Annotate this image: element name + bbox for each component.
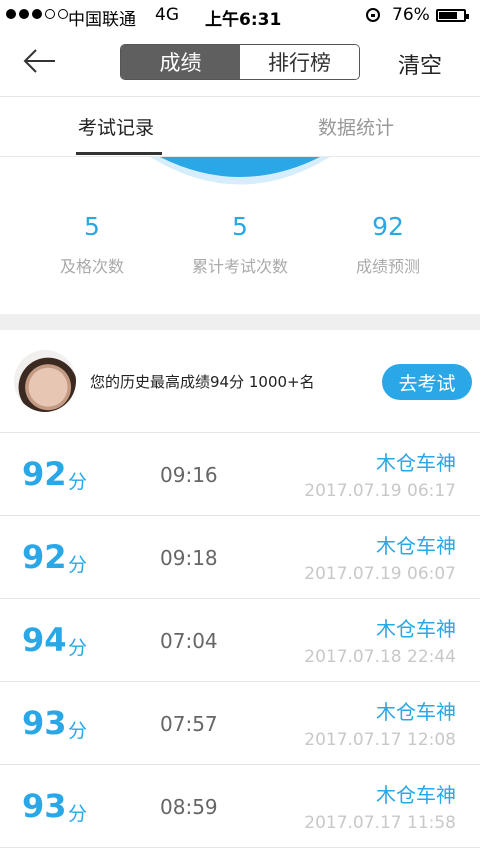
record-date: 2017.07.18 22:44 (304, 647, 456, 667)
stat-total-exams: 5 累计考试次数 (160, 200, 320, 277)
record-row[interactable]: 94 分 07:04 木仓车神 2017.07.18 22:44 (0, 599, 480, 682)
take-exam-button[interactable]: 去考试 (382, 364, 472, 400)
record-title: 木仓车神 (376, 783, 456, 807)
back-arrow-icon[interactable] (22, 46, 58, 76)
record-score: 94 (22, 621, 67, 659)
exam-records-list: 92 分 09:16 木仓车神 2017.07.19 06:17 92 分 09… (0, 433, 480, 848)
record-date: 2017.07.19 06:17 (304, 481, 456, 501)
record-score-unit: 分 (68, 803, 88, 825)
tab-data-statistics[interactable]: 数据统计 (318, 113, 394, 140)
stats-summary: 5 及格次数 5 累计考试次数 92 成绩预测 (0, 200, 480, 310)
record-date: 2017.07.17 11:58 (304, 813, 456, 833)
tab-exam-records[interactable]: 考试记录 (78, 113, 154, 140)
segment-scores[interactable]: 成绩 (121, 45, 240, 79)
record-row[interactable]: 93 分 07:57 木仓车神 2017.07.17 12:08 (0, 682, 480, 765)
stat-value: 5 (232, 212, 248, 241)
network-type: 4G (155, 5, 179, 25)
record-date: 2017.07.17 12:08 (304, 730, 456, 750)
record-score: 92 (22, 538, 67, 576)
record-score-unit: 分 (68, 637, 88, 659)
best-score-panel: 您的历史最高成绩94分 1000+名 去考试 (0, 330, 480, 433)
active-tab-indicator (76, 152, 162, 155)
record-score-unit: 分 (68, 720, 88, 742)
stat-pass-count: 5 及格次数 (12, 200, 172, 277)
avatar (14, 350, 76, 412)
stat-label: 成绩预测 (355, 257, 420, 276)
record-score-unit: 分 (68, 554, 88, 576)
record-title: 木仓车神 (376, 451, 456, 475)
record-duration: 09:16 (160, 463, 218, 487)
segment-leaderboard[interactable]: 排行榜 (240, 45, 359, 79)
record-score: 93 (22, 787, 67, 825)
record-duration: 07:57 (160, 712, 218, 736)
record-title: 木仓车神 (376, 617, 456, 641)
record-title: 木仓车神 (376, 700, 456, 724)
navigation-bar: 成绩 排行榜 清空 (0, 30, 480, 97)
rotation-lock-icon (366, 8, 380, 22)
sub-tabs: 考试记录 数据统计 (0, 97, 480, 157)
stat-value: 5 (84, 212, 100, 241)
record-date: 2017.07.19 06:07 (304, 564, 456, 584)
score-gauge-arc (150, 157, 330, 187)
section-divider (0, 314, 480, 330)
record-score-unit: 分 (68, 471, 88, 493)
stat-score-prediction: 92 成绩预测 (308, 200, 468, 277)
record-duration: 08:59 (160, 795, 218, 819)
record-score: 93 (22, 704, 67, 742)
record-duration: 07:04 (160, 629, 218, 653)
record-row[interactable]: 93 分 08:59 木仓车神 2017.07.17 11:58 (0, 765, 480, 848)
record-duration: 09:18 (160, 546, 218, 570)
status-time: 上午6:31 (205, 10, 282, 30)
record-row[interactable]: 92 分 09:18 木仓车神 2017.07.19 06:07 (0, 516, 480, 599)
record-title: 木仓车神 (376, 534, 456, 558)
stat-label: 累计考试次数 (191, 257, 288, 276)
record-score: 92 (22, 455, 67, 493)
stat-label: 及格次数 (59, 257, 124, 276)
carrier-name: 中国联通 (68, 10, 136, 30)
signal-strength-icon (6, 9, 68, 19)
battery-percent: 76% (392, 5, 430, 25)
status-bar: 中国联通 4G 上午6:31 76% (0, 0, 480, 30)
segmented-control: 成绩 排行榜 (120, 44, 360, 80)
record-row[interactable]: 92 分 09:16 木仓车神 2017.07.19 06:17 (0, 433, 480, 516)
stat-value: 92 (372, 212, 404, 241)
battery-icon (436, 9, 469, 22)
best-score-text: 您的历史最高成绩94分 1000+名 (90, 373, 315, 391)
clear-button[interactable]: 清空 (398, 48, 442, 80)
